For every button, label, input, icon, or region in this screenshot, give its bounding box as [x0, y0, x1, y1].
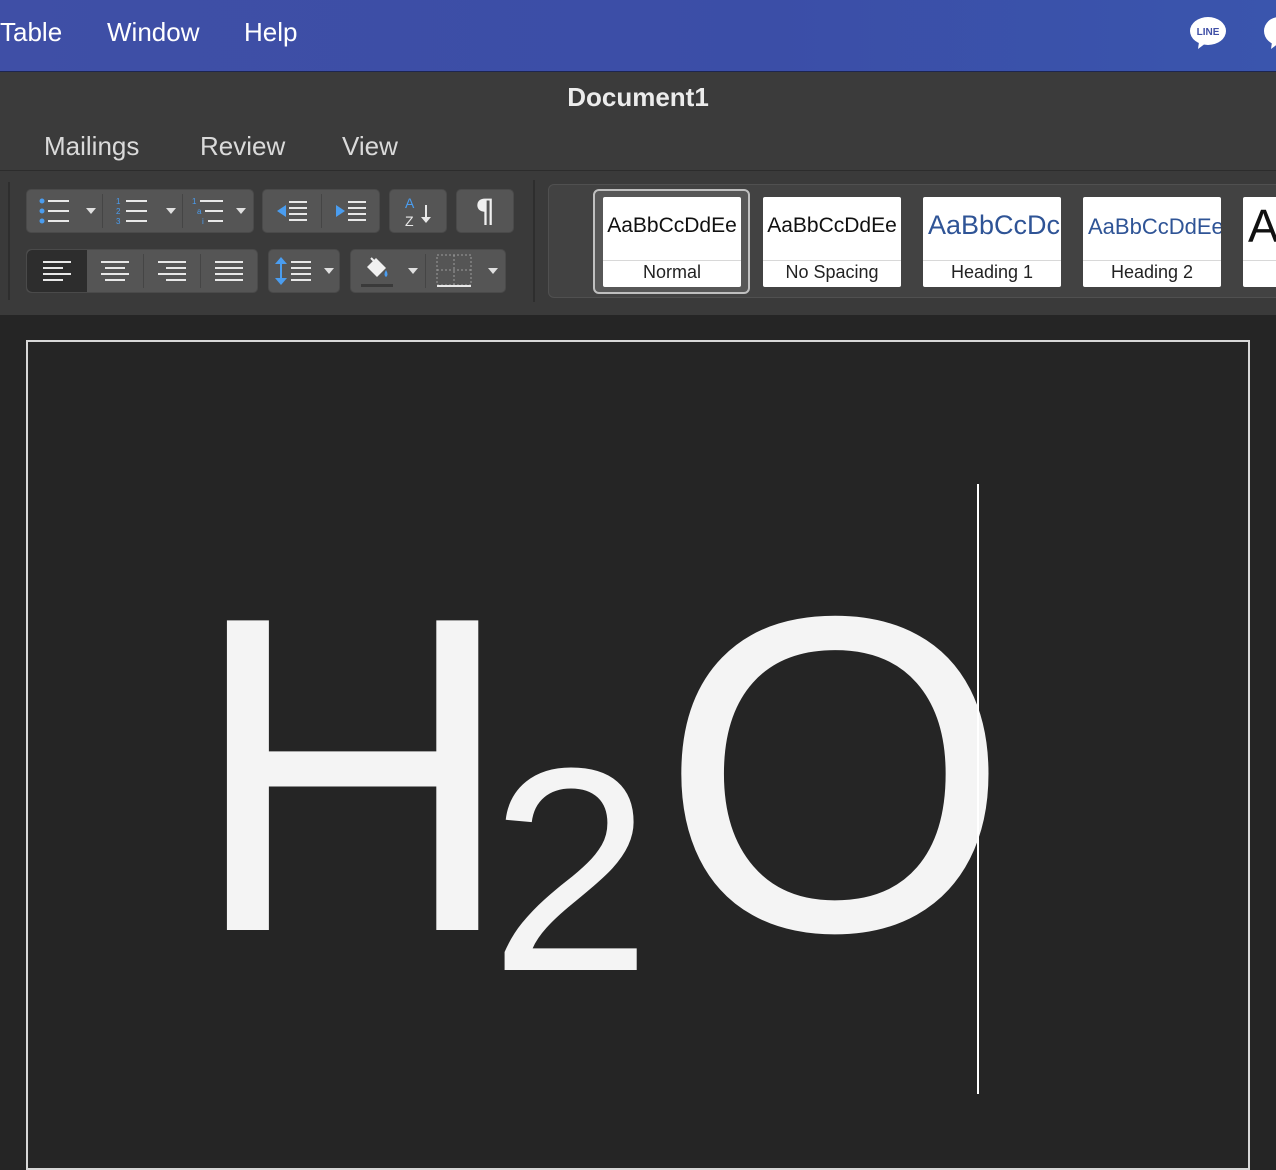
line-spacing-icon — [275, 257, 311, 285]
alignment-group — [26, 249, 258, 293]
chevron-down-icon — [236, 208, 246, 214]
chevron-down-icon — [488, 268, 498, 274]
chevron-down-icon — [324, 268, 334, 274]
ribbon-divider — [533, 180, 535, 302]
style-sample: A — [1248, 200, 1276, 252]
multilevel-dropdown[interactable] — [231, 190, 251, 232]
sort-icon: A Z — [405, 195, 431, 229]
style-no-spacing[interactable]: AaBbCcDdEe No Spacing — [763, 197, 901, 287]
style-sample: AaBbCcDdEe — [1088, 214, 1221, 239]
style-sample: AaBbCcDc — [928, 210, 1061, 240]
menu-help[interactable]: Help — [244, 17, 297, 48]
formula-o: O — [660, 524, 1011, 1026]
style-normal[interactable]: AaBbCcDdEe Normal — [603, 197, 741, 287]
style-name: Heading 1 — [923, 260, 1061, 287]
align-left-icon — [43, 261, 71, 281]
increase-indent-icon — [336, 201, 366, 221]
style-name: Heading 2 — [1083, 260, 1221, 287]
line-spacing-button[interactable] — [268, 249, 340, 293]
style-name — [1243, 260, 1276, 287]
borders-button[interactable] — [426, 250, 482, 292]
shading-button[interactable] — [351, 250, 403, 292]
decrease-indent-button[interactable] — [263, 190, 321, 232]
line-icon-label: LINE — [1197, 27, 1220, 38]
tab-review[interactable]: Review — [200, 131, 285, 162]
align-left-button[interactable] — [27, 250, 87, 292]
ribbon-divider — [8, 182, 10, 300]
style-heading-1[interactable]: AaBbCcDc Heading 1 — [923, 197, 1061, 287]
pilcrow-icon: ¶ — [474, 192, 496, 230]
formula-subscript: 2 — [490, 708, 652, 1032]
justify-icon — [215, 261, 243, 281]
style-name: Normal — [603, 260, 741, 287]
numbering-button[interactable]: 1 2 3 — [103, 190, 161, 232]
menu-bar: Table Window Help LINE — [0, 0, 1276, 72]
svg-text:3: 3 — [116, 217, 121, 226]
menu-window[interactable]: Window — [107, 17, 199, 48]
style-sample: AaBbCcDdEe — [607, 214, 737, 237]
svg-text:1: 1 — [192, 197, 197, 206]
borders-icon — [436, 254, 472, 287]
numbering-dropdown[interactable] — [161, 190, 181, 232]
svg-text:a: a — [197, 207, 202, 216]
style-sample: AaBbCcDdEe — [767, 214, 897, 237]
bullets-button[interactable] — [27, 190, 81, 232]
list-group: 1 2 3 1 a i — [26, 189, 254, 233]
indent-group — [262, 189, 380, 233]
tab-mailings[interactable]: Mailings — [44, 131, 139, 162]
align-center-icon — [101, 261, 129, 281]
line-spacing-dropdown[interactable] — [319, 250, 339, 292]
decrease-indent-icon — [277, 201, 307, 221]
shading-dropdown[interactable] — [403, 250, 423, 292]
svg-text:i: i — [202, 217, 204, 226]
bullets-dropdown[interactable] — [81, 190, 101, 232]
svg-text:A: A — [405, 195, 415, 211]
tab-view[interactable]: View — [342, 131, 398, 162]
chevron-down-icon — [86, 208, 96, 214]
chat-icon[interactable] — [1262, 16, 1276, 50]
line-app-icon[interactable]: LINE — [1189, 16, 1227, 50]
shading-icon — [361, 257, 393, 287]
sort-button[interactable]: A Z — [389, 189, 447, 233]
formula-h: H — [190, 524, 515, 1026]
align-right-icon — [158, 261, 186, 281]
svg-text:Z: Z — [405, 213, 414, 229]
chevron-down-icon — [166, 208, 176, 214]
increase-indent-button[interactable] — [322, 190, 380, 232]
multilevel-list-button[interactable]: 1 a i — [183, 190, 233, 232]
svg-text:2: 2 — [116, 207, 121, 216]
numbering-icon: 1 2 3 — [116, 197, 147, 226]
chevron-down-icon — [408, 268, 418, 274]
style-heading-2[interactable]: AaBbCcDdEe Heading 2 — [1083, 197, 1221, 287]
shading-borders-group — [350, 249, 506, 293]
multilevel-list-icon: 1 a i — [192, 197, 223, 226]
align-center-button[interactable] — [87, 250, 143, 292]
show-formatting-button[interactable]: ¶ — [456, 189, 514, 233]
style-name: No Spacing — [763, 260, 901, 287]
menu-table[interactable]: Table — [0, 17, 62, 48]
svg-text:1: 1 — [116, 197, 121, 206]
borders-dropdown[interactable] — [483, 250, 503, 292]
justify-button[interactable] — [201, 250, 257, 292]
style-title[interactable]: A — [1243, 197, 1276, 287]
document-title: Document1 — [567, 82, 709, 112]
bullets-icon — [39, 198, 69, 224]
window-title-bar: Document1 Mailings Review View — [0, 72, 1276, 170]
text-cursor — [977, 484, 979, 1094]
align-right-button[interactable] — [144, 250, 200, 292]
